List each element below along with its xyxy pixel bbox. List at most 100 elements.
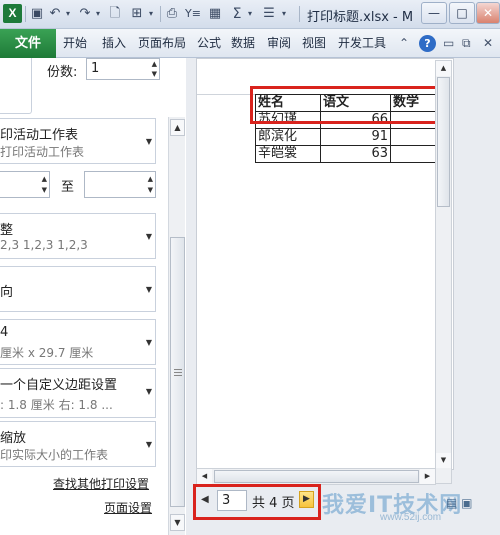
tab-view[interactable]: 视图 [302,29,326,58]
tab-developer[interactable]: 开发工具 [338,29,386,58]
print-preview-icon[interactable]: 🗋 [107,5,123,23]
scroll-up-icon[interactable]: ▲ [436,61,451,76]
tab-home[interactable]: 开始 [63,29,87,58]
increment-icon[interactable]: ▲ [42,175,47,183]
undo-icon[interactable]: ↶ [48,5,62,23]
layout-icon[interactable]: ⊞ [129,5,145,23]
grip-line [174,372,182,373]
help-icon[interactable]: ? [419,35,436,52]
margins-title: 一个自定义边距设置 [0,378,118,393]
qat-customize-icon[interactable]: ▾ [279,5,289,23]
undo-dropdown-icon[interactable]: ▾ [63,5,73,23]
tab-formulas[interactable]: 公式 [197,29,221,58]
print-what-dropdown[interactable]: 印活动工作表 打印活动工作表 ▼ [0,118,156,164]
tab-data[interactable]: 数据 [231,29,255,58]
scroll-down-icon[interactable]: ▼ [170,514,185,531]
save-icon[interactable]: ▣ [30,5,44,23]
paper-size-title: 4 [0,325,9,340]
cell-chinese: 91 [320,128,391,146]
margin-guide [197,94,257,95]
navigation-highlight-box [193,484,321,520]
table-row: 郎滨化 91 [255,128,437,146]
zoom-to-page-icon[interactable]: ▣ [461,496,472,510]
grip-line [174,375,182,376]
pages-to-stepper[interactable]: ▲ ▼ [84,171,156,198]
scaling-subtitle: 印实际大小的工作表 [0,448,109,462]
window-close-icon[interactable]: ✕ [483,35,493,51]
paper-size-dropdown[interactable]: 4 厘米 x 29.7 厘米 ▼ [0,319,156,365]
scroll-right-icon[interactable]: ▶ [420,469,435,484]
scroll-down-icon[interactable]: ▼ [436,453,451,468]
scaling-title: 缩放 [0,431,27,446]
watermark-url: www.52ij.com [380,512,442,523]
filter-text-icon[interactable]: Y≡ [185,5,201,23]
layout-dropdown-icon[interactable]: ▾ [146,5,156,23]
sort-icon[interactable]: ☰ [261,5,277,23]
sum-icon[interactable]: Σ [229,5,245,23]
redo-icon[interactable]: ↷ [78,5,92,23]
tab-review[interactable]: 审阅 [267,29,291,58]
excel-logo-icon[interactable]: X [3,4,22,23]
redo-dropdown-icon[interactable]: ▾ [93,5,103,23]
print-button[interactable] [0,58,32,114]
divider [25,6,26,22]
tab-file[interactable]: 文件 [0,29,56,58]
scaling-dropdown[interactable]: 缩放 印实际大小的工作表 ▼ [0,421,156,467]
scroll-thumb[interactable] [214,470,419,483]
copies-value: 1 [91,61,100,76]
settings-scrollbar[interactable]: ▲ ▼ [168,117,185,535]
tab-page-layout[interactable]: 页面布局 [138,29,186,58]
cell-chinese: 63 [320,145,391,163]
increment-icon[interactable]: ▲ [148,175,153,183]
margins-subtitle: : 1.8 厘米 右: 1.8 ... [0,398,113,412]
decrement-icon[interactable]: ▼ [42,186,47,194]
window-minimize-icon[interactable]: ▭ [443,35,454,51]
cell-name: 辛皑裳 [255,145,321,163]
collate-subtitle: 2,3 1,2,3 1,2,3 [0,238,88,252]
collate-dropdown[interactable]: 整 2,3 1,2,3 1,2,3 ▼ [0,213,156,259]
window-restore-icon[interactable]: ⧉ [462,35,471,51]
scroll-thumb[interactable] [437,77,450,207]
scroll-left-icon[interactable]: ◀ [197,469,212,484]
cell-math [390,128,437,146]
chevron-down-icon: ▼ [145,440,152,449]
text-icon[interactable]: ⎙ [164,5,180,23]
minimize-button[interactable]: — [421,2,447,24]
preview-horizontal-scrollbar[interactable]: ◀ ▶ [196,468,436,485]
decrement-icon[interactable]: ▼ [152,70,157,78]
decrement-icon[interactable]: ▼ [148,186,153,194]
collapse-ribbon-icon[interactable]: ⌃ [399,35,409,51]
chevron-down-icon: ▼ [145,137,152,146]
cell-math [390,145,437,163]
scroll-thumb[interactable] [170,237,185,507]
close-button[interactable]: ✕ [476,2,500,24]
table-row: 辛皑裳 63 [255,145,437,163]
page-setup-link[interactable]: 页面设置 [104,499,152,516]
chevron-down-icon: ▼ [145,387,152,396]
scroll-up-icon[interactable]: ▲ [170,119,185,136]
divider [160,6,161,22]
print-settings-panel: 份数: 1 ▲ ▼ 印活动工作表 打印活动工作表 ▼ ▲ ▼ 至 ▲ ▼ 整 2… [0,58,168,535]
sum-dropdown-icon[interactable]: ▾ [245,5,255,23]
window-title: 打印标题.xlsx - M [307,10,414,25]
maximize-button[interactable]: □ [449,2,475,24]
preview-vertical-scrollbar[interactable]: ▲ ▼ [435,60,452,484]
orientation-dropdown[interactable]: 向 ▼ [0,266,156,312]
header-highlight-box [250,86,448,124]
chevron-down-icon: ▼ [145,338,152,347]
copies-stepper[interactable]: 1 ▲ ▼ [86,58,160,80]
show-margins-icon[interactable]: ▤ [446,496,457,510]
increment-icon[interactable]: ▲ [152,60,157,68]
more-print-settings-link[interactable]: 查找其他打印设置 [53,475,149,492]
title-bar: X ▣ ↶ ▾ ↷ ▾ 🗋 ⊞ ▾ ⎙ Y≡ ▦ Σ ▾ ☰ ▾ 打印标题.xl… [0,0,500,29]
zoom-controls: ▤ ▣ [446,496,473,510]
copies-label: 份数: [47,65,78,80]
tab-insert[interactable]: 插入 [102,29,126,58]
margins-dropdown[interactable]: 一个自定义边距设置 : 1.8 厘米 右: 1.8 ... ▼ [0,368,156,418]
ribbon-tab-bar: 文件 开始 插入 页面布局 公式 数据 审阅 视图 开发工具 ⌃ ? ▭ ⧉ ✕ [0,29,500,58]
pages-from-stepper[interactable]: ▲ ▼ [0,171,50,198]
grip-line [174,369,182,370]
paper-size-subtitle: 厘米 x 29.7 厘米 [0,346,94,360]
grid-icon[interactable]: ▦ [207,5,223,23]
chevron-down-icon: ▼ [145,232,152,241]
